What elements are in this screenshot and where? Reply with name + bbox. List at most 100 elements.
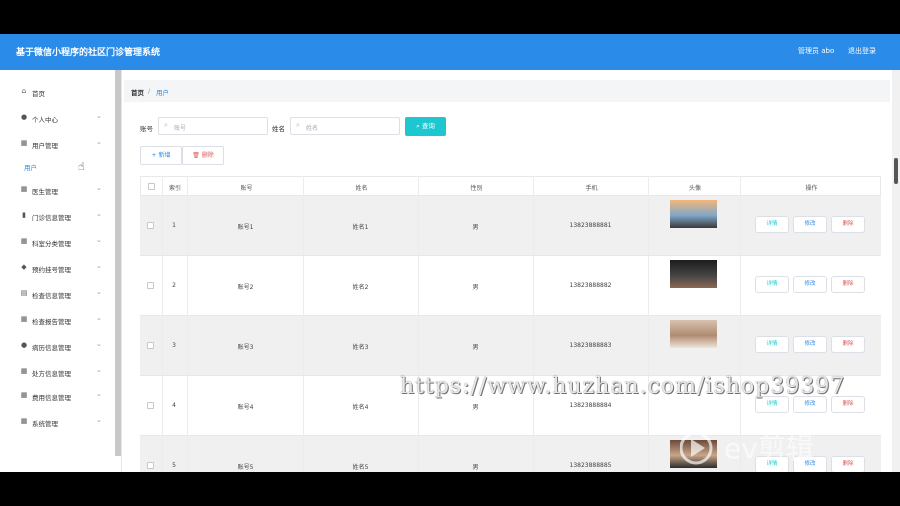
chevron-down-icon: ⌄ (96, 138, 102, 146)
sidebar-item-label: 费用信息管理 (32, 394, 71, 402)
header-index: 索引 (168, 185, 181, 192)
avatar (670, 320, 717, 348)
header-account: 账号 (240, 185, 253, 192)
delete-button[interactable]: 删除 (831, 336, 865, 353)
sidebar-item[interactable]: ▦ 处方信息管理 ⌄ (2, 362, 114, 382)
chevron-down-icon: ⌄ (96, 236, 102, 244)
scrollbar-thumb[interactable] (894, 158, 898, 184)
detail-button[interactable]: 详情 (755, 276, 789, 293)
grid-icon: ▦ (20, 417, 28, 425)
sidebar-item[interactable]: ▦ 用户管理 ⌄ (2, 134, 114, 154)
sidebar-item-label: 首页 (32, 90, 45, 98)
detail-button[interactable]: 详情 (755, 336, 789, 353)
cell-gender: 男 (472, 284, 479, 291)
sidebar-item[interactable]: ▦ 费用信息管理 ⌄ (2, 386, 114, 406)
row-checkbox[interactable] (147, 282, 154, 289)
column-divider (162, 176, 163, 472)
cell-index: 3 (172, 342, 176, 349)
sidebar-item[interactable]: ▦ 科室分类管理 ⌄ (2, 232, 114, 252)
cell-phone: 13823888883 (569, 342, 612, 349)
cell-name: 姓名5 (352, 464, 369, 471)
chevron-down-icon: ⌄ (96, 340, 102, 348)
delete-button[interactable]: 删除 (831, 216, 865, 233)
table-row[interactable]: 1 账号1 姓名1 男 13823888881 详情 修改 删除 (140, 196, 881, 256)
sidebar-item[interactable]: ◆ 预约挂号管理 ⌄ (2, 258, 114, 278)
grid-icon: ▦ (20, 391, 28, 399)
edit-button-label: 修改 (804, 341, 816, 347)
delete-button-label: 删除 (842, 281, 854, 287)
sidebar-item-label: 检查报告管理 (32, 318, 71, 326)
app-window: 基于微信小程序的社区门诊管理系统 管理员 abo 退出登录 ⌂ 首页 ● 个人中心 ⌄ ▦… (0, 34, 900, 472)
sidebar-item-label: 预约挂号管理 (32, 266, 71, 274)
table-row[interactable]: 2 账号2 姓名2 男 13823888882 详情 修改 删除 (140, 256, 881, 316)
main-scrollbar[interactable] (892, 70, 900, 472)
cell-index: 2 (172, 282, 176, 289)
user-icon: ● (20, 341, 28, 349)
sidebar-item[interactable]: ● 病历信息管理 ⌄ (2, 336, 114, 356)
name-filter-label: 姓名 (272, 125, 285, 133)
sidebar-item[interactable]: ▮ 门诊信息管理 ⌄ (2, 206, 114, 226)
add-button[interactable]: + 新增 (140, 146, 182, 165)
chart-icon: ▮ (22, 211, 26, 219)
sidebar-item-label: 用户 (24, 164, 37, 172)
row-checkbox[interactable] (147, 402, 154, 409)
cell-gender: 男 (472, 344, 479, 351)
detail-button[interactable]: 详情 (755, 216, 789, 233)
home-icon: ⌂ (21, 87, 27, 95)
breadcrumb-home[interactable]: 首页 (131, 87, 144, 97)
cell-account: 账号3 (237, 344, 254, 351)
cell-index: 5 (172, 462, 176, 469)
avatar (670, 200, 717, 228)
sidebar-item-label: 系统管理 (32, 420, 58, 428)
search-icon: ⌕ (164, 121, 168, 129)
delete-button[interactable]: 删除 (831, 276, 865, 293)
sidebar-item[interactable]: ▤ 检查信息管理 ⌄ (2, 284, 114, 304)
logout-link[interactable]: 退出登录 (848, 46, 876, 56)
chevron-down-icon: ⌄ (96, 366, 102, 374)
row-checkbox[interactable] (147, 222, 154, 229)
app-title: 基于微信小程序的社区门诊管理系统 (16, 48, 161, 58)
edit-button[interactable]: 修改 (793, 216, 827, 233)
search-button[interactable]: ⌕ 查询 (405, 117, 446, 136)
sidebar-item[interactable]: ▦ 医生管理 ⌄ (2, 180, 114, 200)
account-search-input[interactable]: ⌕ 账号 (158, 117, 268, 135)
cell-index: 4 (172, 402, 176, 409)
cell-phone: 13823888885 (569, 462, 612, 469)
grid-icon: ▦ (20, 367, 28, 375)
sidebar-item-label: 用户管理 (32, 142, 58, 150)
cell-gender: 男 (472, 464, 479, 471)
sidebar-item[interactable]: 用户 (2, 156, 114, 176)
edit-button[interactable]: 修改 (793, 276, 827, 293)
name-search-input[interactable]: ⌕ 姓名 (290, 117, 400, 135)
table-row[interactable]: 3 账号3 姓名3 男 13823888883 详情 修改 删除 (140, 316, 881, 376)
admin-label[interactable]: 管理员 abo (798, 46, 834, 56)
detail-button-label: 详情 (766, 401, 778, 407)
sidebar-item[interactable]: ▦ 系统管理 ⌄ (2, 412, 114, 432)
row-checkbox[interactable] (147, 342, 154, 349)
cell-phone: 13823888884 (569, 402, 612, 409)
sidebar-item[interactable]: ● 个人中心 ⌄ (2, 108, 114, 128)
sidebar-item-label: 病历信息管理 (32, 344, 71, 352)
top-bar: 基于微信小程序的社区门诊管理系统 管理员 abo 退出登录 (0, 34, 900, 70)
column-divider (418, 176, 419, 472)
sidebar-item-label: 个人中心 (32, 116, 58, 124)
sidebar-item[interactable]: ⌂ 首页 (2, 82, 114, 102)
edit-button[interactable]: 修改 (793, 336, 827, 353)
sidebar-item-label: 处方信息管理 (32, 370, 71, 378)
sidebar-item[interactable]: ▦ 检查报告管理 ⌄ (2, 310, 114, 330)
edit-button-label: 修改 (804, 221, 816, 227)
chevron-down-icon: ⌄ (96, 314, 102, 322)
sidebar-item-label: 门诊信息管理 (32, 214, 71, 222)
account-placeholder: 账号 (174, 125, 187, 132)
user-icon: ● (20, 113, 28, 121)
cell-gender: 男 (472, 224, 479, 231)
select-all-checkbox[interactable] (148, 183, 155, 190)
ev-logo-text: ev剪辑 (724, 432, 814, 465)
search-icon: ⌕ (296, 121, 300, 129)
chevron-down-icon: ⌄ (96, 416, 102, 424)
account-filter-label: 账号 (140, 125, 153, 133)
row-checkbox[interactable] (147, 462, 154, 469)
chevron-down-icon: ⌄ (96, 112, 102, 120)
sidebar-scrollbar[interactable] (115, 70, 121, 456)
bulk-delete-button[interactable]: 🗑 删除 (182, 146, 224, 165)
